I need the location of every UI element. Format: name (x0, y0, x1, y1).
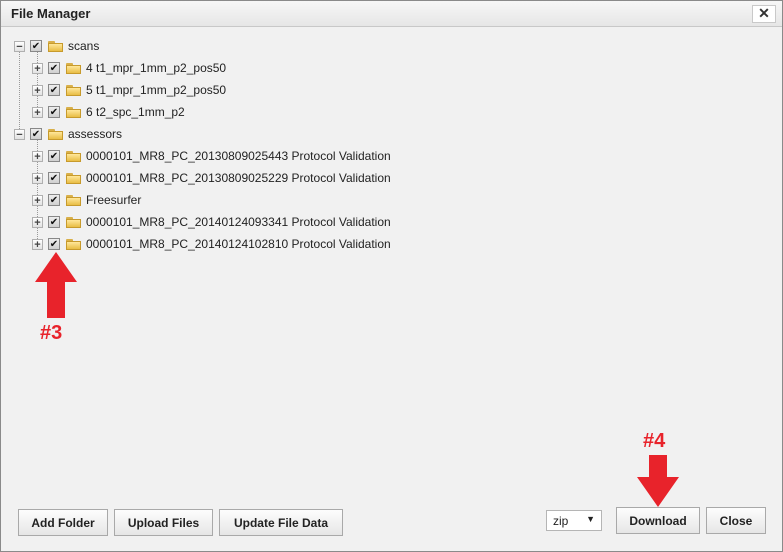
expand-icon[interactable]: + (32, 84, 43, 96)
checkbox[interactable]: ✔ (48, 84, 60, 96)
tree-node-scans[interactable]: − ✔ scans (14, 37, 99, 55)
folder-icon (66, 62, 81, 74)
checkbox[interactable]: ✔ (48, 150, 60, 162)
checkbox[interactable]: ✔ (48, 194, 60, 206)
node-label: 4 t1_mpr_1mm_p2_pos50 (86, 61, 227, 75)
upload-files-button[interactable]: Upload Files (114, 509, 213, 536)
title-bar: File Manager ✕ (1, 1, 782, 27)
annotation-step-3: #3 (40, 322, 63, 344)
tree-node[interactable]: + ✔ 0000101_MR8_PC_20140124102810 Protoc… (32, 235, 391, 253)
format-select[interactable]: zip ▼ (546, 510, 602, 531)
checkbox[interactable]: ✔ (30, 40, 42, 52)
collapse-icon[interactable]: − (14, 128, 25, 140)
folder-icon (66, 106, 81, 118)
collapse-icon[interactable]: − (14, 40, 25, 52)
tree-node[interactable]: + ✔ 4 t1_mpr_1mm_p2_pos50 (32, 59, 226, 77)
folder-icon (66, 150, 81, 162)
dropdown-arrow-icon: ▼ (586, 514, 595, 524)
node-label: scans (68, 39, 100, 53)
file-manager-dialog: File Manager ✕ − ✔ scans + ✔ 4 t1_mpr_1m… (0, 0, 783, 552)
dialog-title: File Manager (11, 6, 91, 21)
expand-icon[interactable]: + (32, 172, 43, 184)
folder-icon (66, 84, 81, 96)
checkbox[interactable]: ✔ (48, 172, 60, 184)
annotation-arrow-down (637, 455, 679, 507)
tree-node[interactable]: + ✔ 0000101_MR8_PC_20140124093341 Protoc… (32, 213, 391, 231)
close-button[interactable]: Close (706, 507, 766, 534)
node-label: 0000101_MR8_PC_20140124102810 Protocol V… (86, 237, 391, 251)
checkbox[interactable]: ✔ (48, 216, 60, 228)
folder-icon (66, 238, 81, 250)
expand-icon[interactable]: + (32, 238, 43, 250)
expand-icon[interactable]: + (32, 62, 43, 74)
checkbox[interactable]: ✔ (48, 62, 60, 74)
tree-node-assessors[interactable]: − ✔ assessors (14, 125, 122, 143)
tree-node[interactable]: + ✔ 0000101_MR8_PC_20130809025229 Protoc… (32, 169, 391, 187)
checkbox[interactable]: ✔ (48, 106, 60, 118)
checkbox[interactable]: ✔ (48, 238, 60, 250)
expand-icon[interactable]: + (32, 150, 43, 162)
update-file-data-button[interactable]: Update File Data (219, 509, 343, 536)
folder-icon (66, 216, 81, 228)
expand-icon[interactable]: + (32, 194, 43, 206)
expand-icon[interactable]: + (32, 216, 43, 228)
node-label: assessors (68, 127, 123, 141)
format-value: zip (553, 514, 569, 528)
download-button[interactable]: Download (616, 507, 700, 534)
expand-icon[interactable]: + (32, 106, 43, 118)
tree-node[interactable]: + ✔ 6 t2_spc_1mm_p2 (32, 103, 185, 121)
node-label: Freesurfer (86, 193, 142, 207)
folder-icon (66, 194, 81, 206)
dialog-body: − ✔ scans + ✔ 4 t1_mpr_1mm_p2_pos50 + ✔ … (1, 27, 782, 551)
add-folder-button[interactable]: Add Folder (18, 509, 108, 536)
folder-icon (66, 172, 81, 184)
node-label: 0000101_MR8_PC_20140124093341 Protocol V… (86, 215, 391, 229)
folder-icon (48, 40, 63, 52)
node-label: 5 t1_mpr_1mm_p2_pos50 (86, 83, 227, 97)
node-label: 0000101_MR8_PC_20130809025229 Protocol V… (86, 171, 391, 185)
tree-node[interactable]: + ✔ 5 t1_mpr_1mm_p2_pos50 (32, 81, 226, 99)
node-label: 0000101_MR8_PC_20130809025443 Protocol V… (86, 149, 391, 163)
node-label: 6 t2_spc_1mm_p2 (86, 105, 185, 119)
tree-node[interactable]: + ✔ Freesurfer (32, 191, 141, 209)
checkbox[interactable]: ✔ (30, 128, 42, 140)
tree-node[interactable]: + ✔ 0000101_MR8_PC_20130809025443 Protoc… (32, 147, 391, 165)
folder-icon (48, 128, 63, 140)
annotation-step-4: #4 (643, 430, 666, 452)
close-icon[interactable]: ✕ (752, 5, 776, 23)
annotation-arrow-up (35, 252, 77, 318)
